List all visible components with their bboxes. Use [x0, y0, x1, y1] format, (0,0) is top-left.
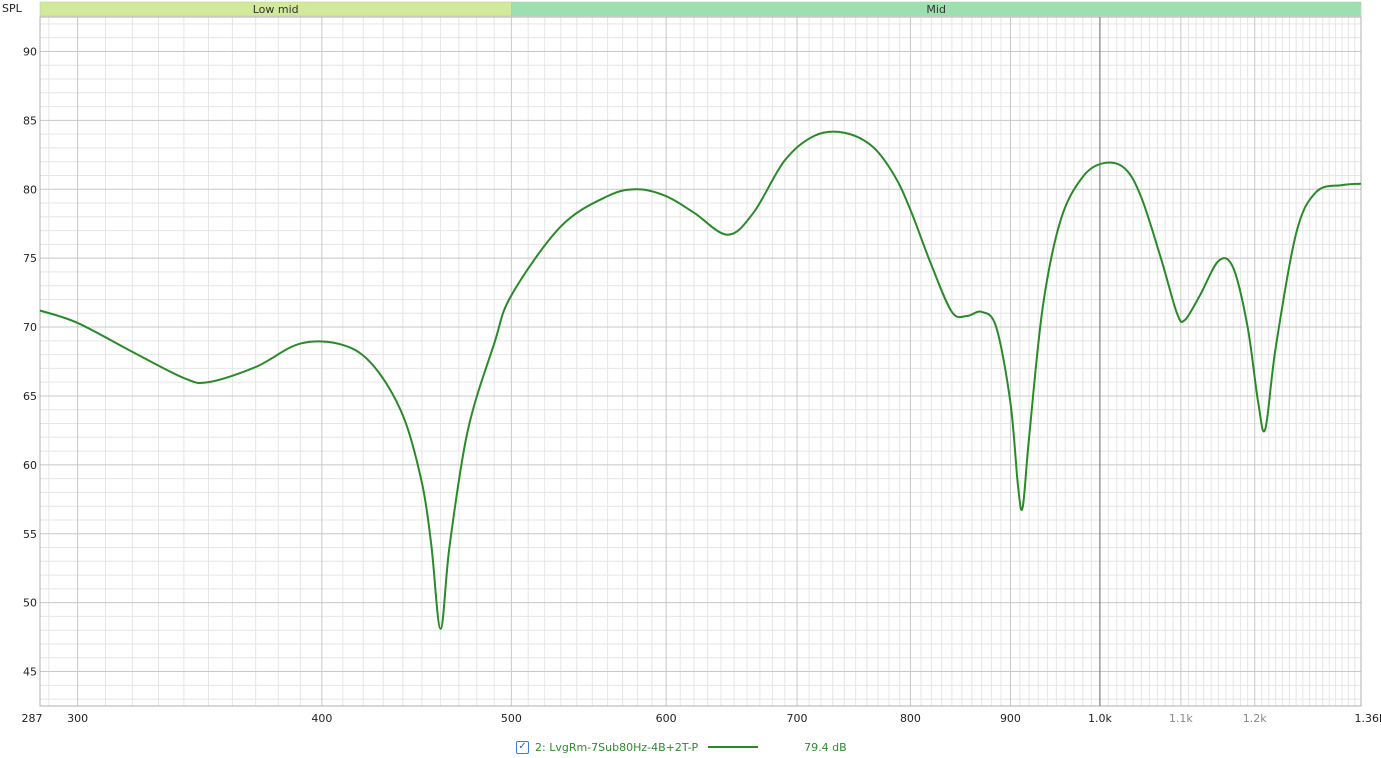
x-tick-label: 700	[787, 712, 808, 725]
y-axis-title: SPL	[2, 2, 23, 15]
band-label: Mid	[926, 3, 946, 16]
x-tick-label: 900	[1000, 712, 1021, 725]
y-tick-label: 80	[23, 183, 37, 196]
x-tick-label: 1.36kHz	[1355, 712, 1381, 725]
y-tick-label: 75	[23, 252, 37, 265]
x-tick-label: 500	[501, 712, 522, 725]
y-tick-label: 65	[23, 390, 37, 403]
y-tick-label: 50	[23, 597, 37, 610]
x-tick-label: 300	[67, 712, 88, 725]
legend: ✓ 2: LvgRm-7Sub80Hz-4B+2T-P 79.4 dB	[516, 738, 847, 756]
y-tick-label: 55	[23, 528, 37, 541]
x-tick-label: 1.2k	[1243, 712, 1267, 725]
x-tick-label: 800	[900, 712, 921, 725]
series-line[interactable]	[39, 130, 1362, 630]
y-tick-label: 60	[23, 459, 37, 472]
x-tick-label: 1.0k	[1088, 712, 1112, 725]
x-tick-label: 400	[311, 712, 332, 725]
series-value: 79.4 dB	[804, 740, 847, 754]
band-label: Low mid	[253, 3, 299, 16]
y-tick-label: 90	[23, 45, 37, 58]
y-tick-label: 45	[23, 666, 37, 679]
x-axis-ticks: 287 300 400 500 600 700 800 900 1.0k 1.1k 1.2k 1.36…	[22, 712, 1381, 725]
x-tick-label: 600	[656, 712, 677, 725]
y-tick-label: 70	[23, 321, 37, 334]
series-checkbox[interactable]: ✓	[516, 740, 529, 754]
x-tick-label: 287	[22, 712, 43, 725]
series-line-swatch	[708, 746, 759, 748]
series-layer	[39, 130, 1362, 630]
x-tick-label: 1.1k	[1169, 712, 1193, 725]
spl-chart: Low mid Mid 45 50 55 60 65 70 75 80 85 90 287 300 40…	[2, 1, 1381, 725]
series-name[interactable]: 2: LvgRm-7Sub80Hz-4B+2T-P	[535, 741, 698, 754]
frequency-bands: Low mid Mid	[39, 1, 1362, 17]
y-axis-ticks: 45 50 55 60 65 70 75 80 85 90	[23, 45, 37, 678]
y-tick-label: 85	[23, 114, 37, 127]
major-gridlines	[39, 17, 1362, 706]
